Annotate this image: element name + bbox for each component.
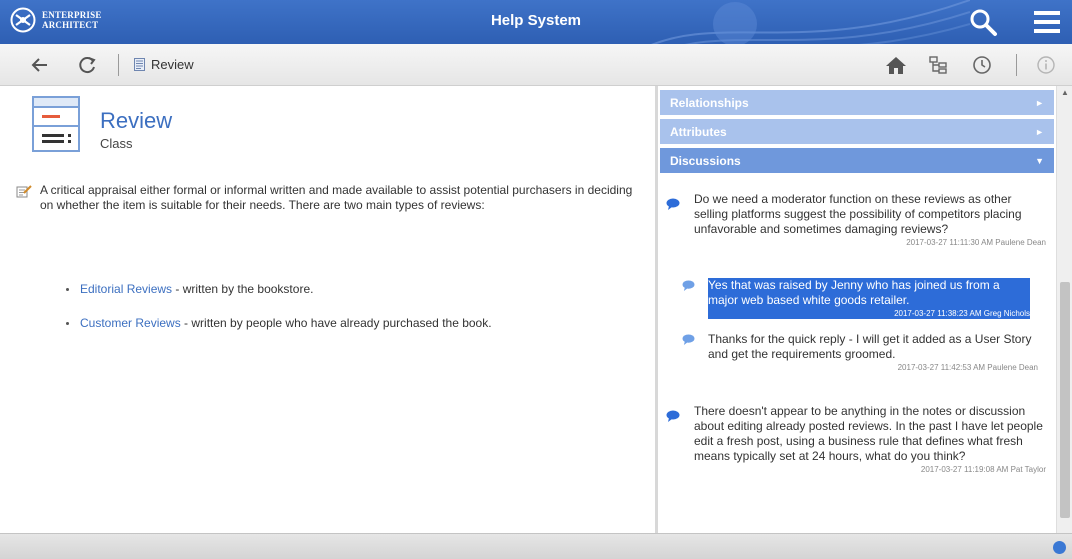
- back-arrow-icon: [31, 58, 47, 72]
- home-icon: [886, 57, 906, 74]
- post-meta: 2017-03-27 11:19:08 AM Pat Taylor: [920, 465, 1046, 474]
- bullet-dot: [66, 288, 69, 291]
- refresh-icon: [79, 57, 96, 74]
- info-icon: [1037, 56, 1055, 74]
- list-item: Customer Reviews - written by people who…: [60, 316, 650, 350]
- discussion-post[interactable]: There doesn't appear to be anything in t…: [666, 404, 1046, 475]
- speech-bubble-icon: [666, 198, 680, 210]
- back-button[interactable]: [28, 53, 52, 77]
- chevron-right-icon: ►: [1035, 127, 1044, 137]
- properties-panel: Relationships ► Attributes ► Discussions…: [658, 86, 1056, 533]
- refresh-button[interactable]: [76, 53, 100, 77]
- document-icon: [134, 58, 145, 71]
- chevron-down-icon: ▼: [1035, 156, 1044, 166]
- reply-bubble-icon: [682, 334, 695, 345]
- search-icon[interactable]: [968, 7, 998, 37]
- list-item-text: - written by people who have already pur…: [180, 316, 492, 330]
- history-button[interactable]: [970, 53, 994, 77]
- list-item-term: Editorial Reviews: [80, 282, 173, 296]
- reply-bubble-icon: [682, 280, 695, 291]
- accordion-label: Discussions: [670, 153, 741, 168]
- reply-text: Thanks for the quick reply - I will get …: [708, 332, 1032, 361]
- breadcrumb[interactable]: Review: [134, 57, 194, 72]
- toolbar-separator: [1016, 54, 1017, 76]
- element-details-pane: Review Class A critical appraisal either…: [0, 86, 655, 533]
- discussion-post[interactable]: Do we need a moderator function on these…: [666, 192, 1046, 248]
- list-item-text: - written by the bookstore.: [172, 282, 314, 296]
- note-edit-icon: [16, 185, 32, 198]
- scroll-up-icon[interactable]: ▲: [1061, 88, 1069, 97]
- post-text: There doesn't appear to be anything in t…: [694, 404, 1043, 463]
- title-bar: ENTERPRISE ARCHITECT Help System: [0, 0, 1072, 44]
- element-name: Review: [100, 108, 173, 133]
- review-types-list: Editorial Reviews - written by the books…: [60, 282, 650, 350]
- accordion-label: Relationships: [670, 95, 749, 110]
- accordion-relationships[interactable]: Relationships ►: [660, 90, 1054, 117]
- discussion-reply[interactable]: Yes that was raised by Jenny who has joi…: [682, 278, 1030, 319]
- speech-bubble-icon: [666, 410, 680, 422]
- chevron-right-icon: ►: [1035, 98, 1044, 108]
- post-meta: 2017-03-27 11:11:30 AM Paulene Dean: [906, 238, 1046, 247]
- scrollbar-thumb[interactable]: [1060, 282, 1070, 518]
- toolbar: Review: [0, 44, 1072, 86]
- accordion-label: Attributes: [670, 124, 727, 139]
- history-clock-icon: [973, 56, 991, 74]
- element-description: A critical appraisal either formal or in…: [40, 183, 633, 212]
- accordion-discussions[interactable]: Discussions ▼: [660, 148, 1054, 175]
- list-item: Editorial Reviews - written by the books…: [60, 282, 650, 316]
- post-text: Do we need a moderator function on these…: [694, 192, 1022, 236]
- bullet-dot: [66, 322, 69, 325]
- class-element-icon: [32, 96, 80, 152]
- reply-text: Yes that was raised by Jenny who has joi…: [708, 278, 1030, 308]
- hierarchy-button[interactable]: [926, 53, 950, 77]
- app-title: Help System: [490, 12, 582, 29]
- info-button[interactable]: [1034, 53, 1058, 77]
- toolbar-separator: [118, 54, 119, 76]
- hierarchy-icon: [929, 56, 947, 74]
- discussion-reply[interactable]: Thanks for the quick reply - I will get …: [682, 332, 1038, 373]
- status-bar: [0, 533, 1072, 559]
- element-type: Class: [100, 136, 133, 151]
- home-button[interactable]: [884, 53, 908, 77]
- reply-meta: 2017-03-27 11:42:53 AM Paulene Dean: [897, 363, 1038, 372]
- list-item-term: Customer Reviews: [80, 316, 181, 330]
- status-indicator-icon[interactable]: [1053, 541, 1066, 554]
- breadcrumb-label: Review: [151, 57, 194, 72]
- hamburger-menu-icon[interactable]: [1032, 9, 1062, 35]
- vertical-scrollbar[interactable]: ▲: [1056, 86, 1072, 533]
- accordion-attributes[interactable]: Attributes ►: [660, 119, 1054, 146]
- reply-meta: 2017-03-27 11:38:23 AM Greg Nichols: [708, 308, 1030, 319]
